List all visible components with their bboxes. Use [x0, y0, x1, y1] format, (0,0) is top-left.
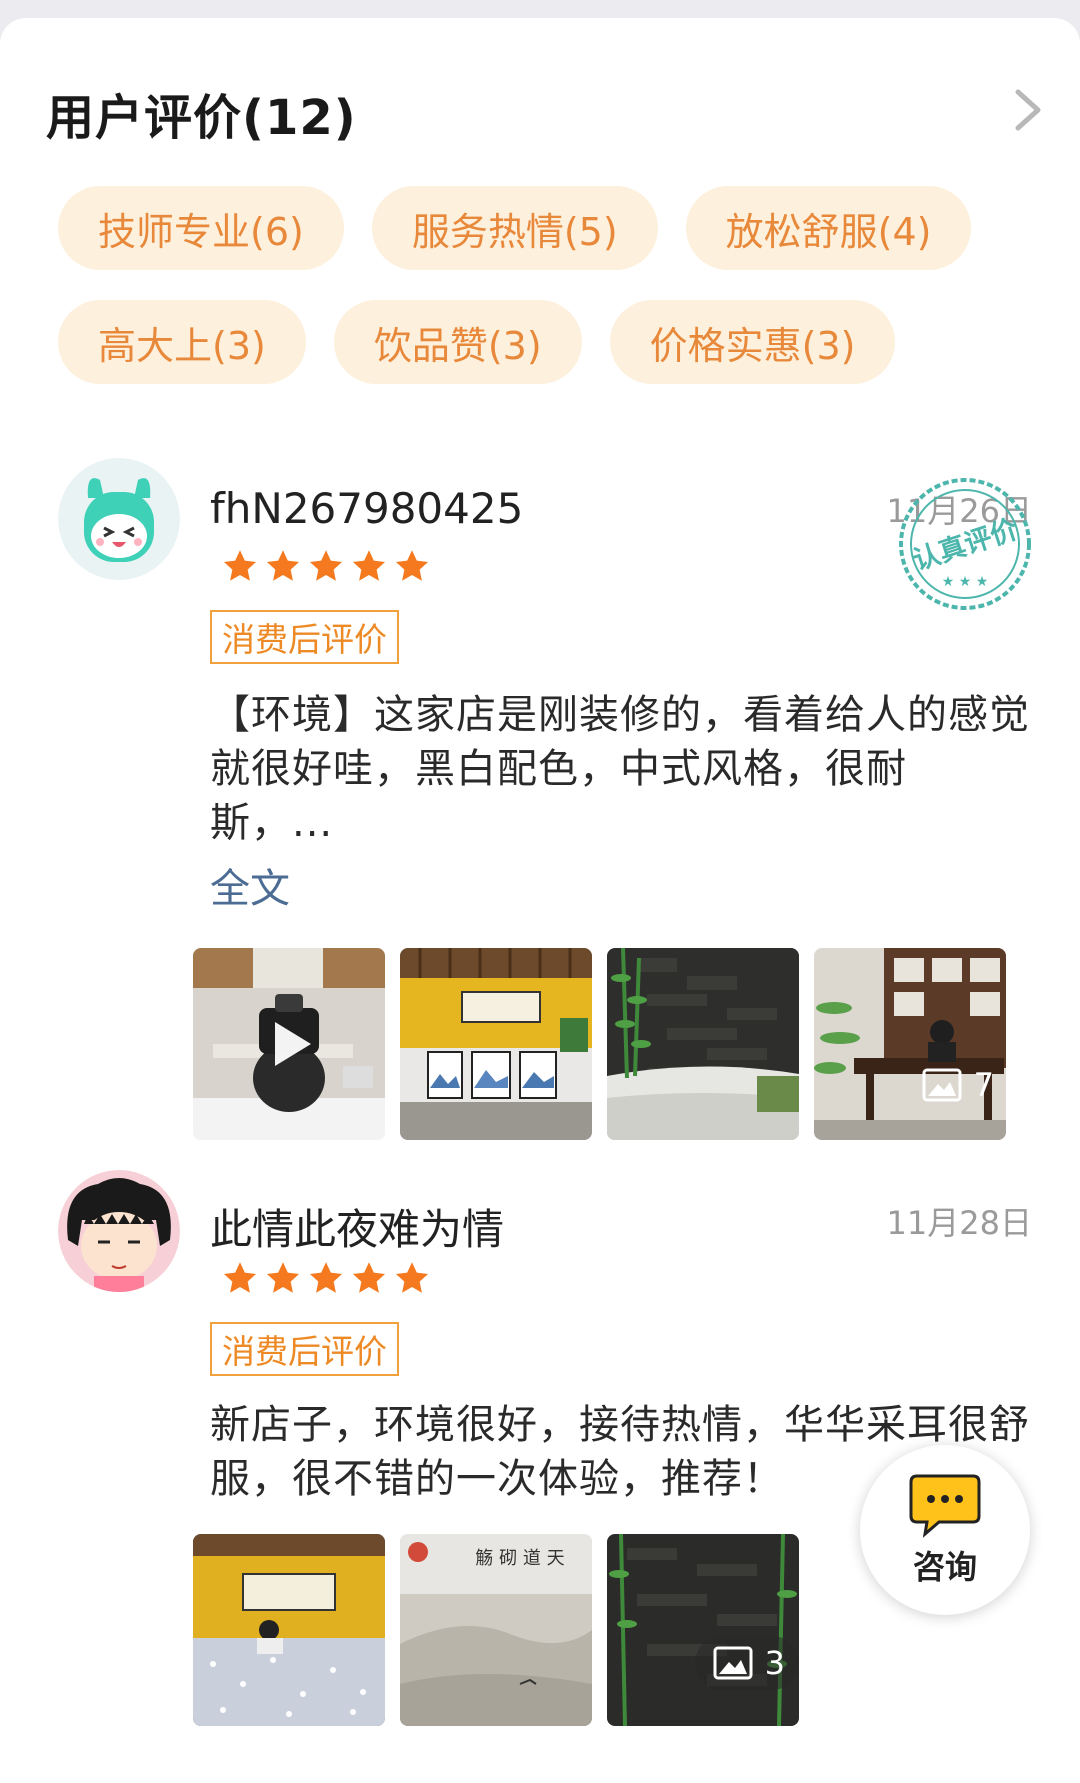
star-icon: [223, 1262, 257, 1293]
star-icon: [266, 550, 300, 581]
star-icon: [395, 550, 429, 581]
star-icon: [395, 1262, 429, 1293]
tag-row: 技师专业(6) 服务热情(5) 放松舒服(4): [58, 186, 1038, 270]
rating-stars: [222, 548, 430, 584]
tag-filter-group: 技师专业(6) 服务热情(5) 放松舒服(4) 高大上(3) 饮品赞(3) 价格…: [58, 186, 1038, 414]
star-icon: [309, 550, 343, 581]
image-count-badge: 3: [694, 1636, 799, 1690]
review-photo[interactable]: [607, 948, 799, 1140]
image-count: 7: [973, 1066, 994, 1104]
section-title: 用户评价(12): [46, 90, 357, 146]
review-photo[interactable]: 7: [814, 948, 1006, 1140]
tag-good-price[interactable]: 价格实惠(3): [609, 300, 896, 384]
tag-great-drinks[interactable]: 饮品赞(3): [333, 300, 582, 384]
review-date: 11月28日: [886, 1204, 1032, 1242]
reviews-card: 用户评价(12) 技师专业(6) 服务热情(5) 放松舒服(4) 高大上(3) …: [0, 18, 1080, 1783]
serious-review-stamp: 认真评价 ★ ★ ★: [899, 478, 1031, 610]
review-photo[interactable]: [400, 948, 592, 1140]
star-icon: [352, 1262, 386, 1293]
review-text: 【环境】这家店是刚装修的，看着给人的感觉就很好哇，黑白配色，中式风格，很耐斯，.…: [210, 692, 1030, 846]
image-count: 3: [764, 1644, 785, 1682]
post-purchase-badge: 消费后评价: [210, 1322, 399, 1376]
image-count-badge: 7: [922, 1066, 994, 1104]
post-purchase-badge: 消费后评价: [210, 610, 399, 664]
stamp-text: 认真评价: [909, 514, 1022, 577]
star-icon: [309, 1262, 343, 1293]
reviewer-name[interactable]: fhN267980425: [210, 484, 523, 533]
chat-bubble-icon: [909, 1474, 981, 1538]
consult-button[interactable]: 咨询: [860, 1445, 1030, 1615]
consult-label: 咨询: [912, 1548, 977, 1586]
svg-text:★ ★ ★: ★ ★ ★: [942, 574, 989, 590]
review-photo[interactable]: 觞 砌 道 天: [400, 1534, 592, 1726]
avatar[interactable]: [58, 1170, 180, 1292]
review-photos: 7: [193, 948, 1006, 1140]
star-icon: [266, 1262, 300, 1293]
review-video-thumb[interactable]: [193, 948, 385, 1140]
tag-row: 高大上(3) 饮品赞(3) 价格实惠(3): [58, 300, 1038, 384]
review-photos: 觞 砌 道 天 3: [193, 1534, 799, 1726]
review-photo[interactable]: [193, 1534, 385, 1726]
tag-warm-service[interactable]: 服务热情(5): [371, 186, 658, 270]
image-gallery-icon: [922, 1068, 962, 1102]
chevron-right-icon[interactable]: [1008, 86, 1048, 134]
star-icon: [223, 550, 257, 581]
tag-technician-professional[interactable]: 技师专业(6): [58, 186, 344, 270]
play-icon: [275, 1022, 311, 1066]
tag-upscale[interactable]: 高大上(3): [58, 300, 306, 384]
image-gallery-icon: [713, 1646, 753, 1680]
rating-stars: [222, 1260, 430, 1296]
reviewer-name[interactable]: 此情此夜难为情: [210, 1196, 504, 1257]
avatar[interactable]: [58, 458, 180, 580]
tag-relaxing[interactable]: 放松舒服(4): [685, 186, 972, 270]
star-icon: [352, 550, 386, 581]
full-text-link[interactable]: 全文: [210, 856, 290, 914]
review-photo[interactable]: 3: [607, 1534, 799, 1726]
svg-text:觞 砌 道 天: 觞 砌 道 天: [475, 1548, 564, 1569]
